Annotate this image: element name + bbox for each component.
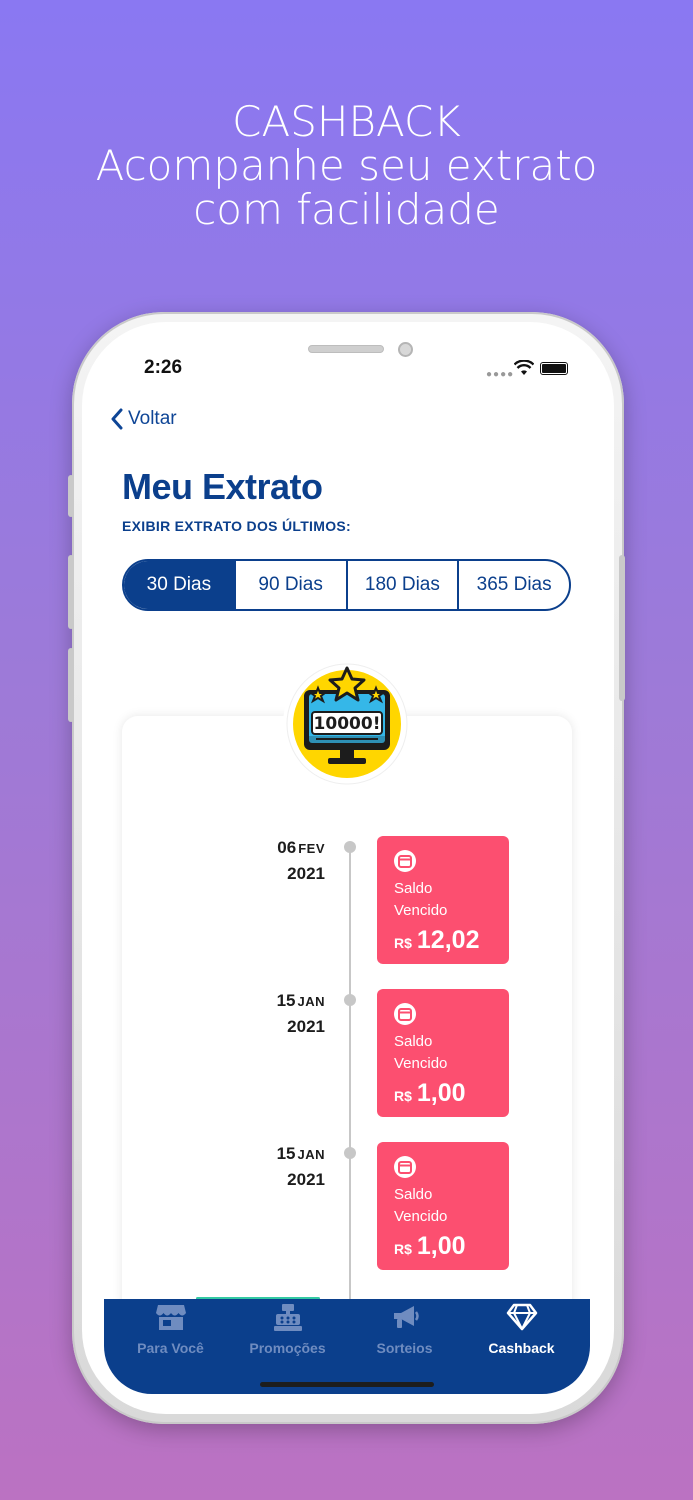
date-month: FEV (298, 841, 325, 856)
date-month: JAN (297, 1147, 325, 1162)
date-day: 06 (277, 838, 297, 857)
signal-icon: ●●●● (486, 369, 515, 380)
tab-label: Promoções (249, 1340, 326, 1356)
badge-10000-icon: 10000! (282, 663, 408, 796)
calendar-icon (394, 1003, 416, 1025)
currency-symbol: R$ (394, 1088, 412, 1104)
transaction-date: 15 JAN 2021 (230, 991, 325, 1037)
period-option-365[interactable]: 365 Dias (459, 561, 569, 609)
tab-sorteios[interactable]: Sorteios (346, 1303, 463, 1356)
transaction-card[interactable]: Saldo Vencido R$ 1,00 (377, 989, 509, 1117)
battery-icon (540, 362, 568, 375)
period-filter: 30 Dias 90 Dias 180 Dias 365 Dias (122, 559, 571, 611)
back-label: Voltar (128, 408, 177, 429)
transaction-card[interactable]: Saldo Vencido R$ 1,00 (377, 1142, 509, 1270)
date-year: 2021 (287, 1017, 325, 1036)
tab-label: Cashback (488, 1340, 555, 1356)
tab-label: Para Você (137, 1340, 204, 1356)
transaction-label-line1: Saldo (394, 880, 433, 897)
headline-line-1: CASHBACK (232, 97, 461, 146)
phone-power-button (619, 555, 625, 701)
tab-promocoes[interactable]: Promoções (229, 1303, 346, 1356)
tab-para-voce[interactable]: Para Você (112, 1303, 229, 1356)
home-indicator[interactable] (260, 1382, 434, 1387)
transaction-label: Saldo Vencido (394, 1184, 474, 1228)
status-icons: ●●●● (486, 360, 570, 380)
wifi-icon (514, 360, 534, 375)
transaction-card[interactable]: Saldo Vencido R$ 12,02 (377, 836, 509, 964)
timeline-dot (344, 1147, 356, 1159)
back-button[interactable]: Voltar (110, 408, 177, 430)
headline-line-3: com facilidade (193, 185, 500, 234)
page-subtitle: EXIBIR EXTRATO DOS ÚLTIMOS: (122, 518, 351, 534)
calendar-icon (394, 850, 416, 872)
svg-text:10000!: 10000! (314, 714, 381, 734)
currency-symbol: R$ (394, 1241, 412, 1257)
promo-headline: CASHBACK Acompanhe seu extrato com facil… (0, 100, 693, 232)
megaphone-icon (393, 1306, 419, 1328)
timeline-dot (344, 994, 356, 1006)
calendar-icon (394, 1156, 416, 1178)
cash-register-icon (273, 1304, 302, 1331)
transaction-label-line2: Vencido (394, 1208, 448, 1225)
phone-volume-up (68, 555, 74, 629)
period-option-90[interactable]: 90 Dias (236, 561, 348, 609)
timeline-line (349, 846, 351, 1306)
page-title: Meu Extrato (122, 466, 323, 507)
transaction-amount: R$ 1,00 (394, 1079, 509, 1108)
transaction-label-line2: Vencido (394, 902, 448, 919)
transaction-label: Saldo Vencido (394, 878, 474, 922)
headline-line-2: Acompanhe seu extrato (95, 141, 598, 190)
transaction-label-line1: Saldo (394, 1033, 433, 1050)
date-year: 2021 (287, 864, 325, 883)
tab-label: Sorteios (376, 1340, 433, 1356)
store-icon (155, 1305, 186, 1330)
transaction-amount: R$ 1,00 (394, 1232, 509, 1261)
phone-silent-switch (68, 475, 74, 517)
date-month: JAN (297, 994, 325, 1009)
transaction-label-line1: Saldo (394, 1186, 433, 1203)
amount-value: 12,02 (416, 926, 480, 954)
status-time: 2:26 (144, 357, 183, 378)
phone-volume-down (68, 648, 74, 722)
date-day: 15 (276, 991, 296, 1010)
transaction-label: Saldo Vencido (394, 1031, 474, 1075)
transaction-date: 15 JAN 2021 (230, 1144, 325, 1190)
date-day: 15 (276, 1144, 296, 1163)
tab-cashback[interactable]: Cashback (463, 1303, 580, 1356)
phone-camera (398, 342, 413, 357)
period-option-180[interactable]: 180 Dias (348, 561, 460, 609)
timeline-dot (344, 841, 356, 853)
transaction-date: 06 FEV 2021 (230, 838, 325, 884)
phone-speaker (308, 345, 384, 353)
date-year: 2021 (287, 1170, 325, 1189)
chevron-left-icon (111, 408, 123, 430)
amount-value: 1,00 (416, 1232, 466, 1260)
currency-symbol: R$ (394, 935, 412, 951)
transaction-amount: R$ 12,02 (394, 926, 509, 955)
diamond-icon (506, 1303, 537, 1331)
period-option-30[interactable]: 30 Dias (124, 561, 236, 609)
amount-value: 1,00 (416, 1079, 466, 1107)
transaction-label-line2: Vencido (394, 1055, 448, 1072)
